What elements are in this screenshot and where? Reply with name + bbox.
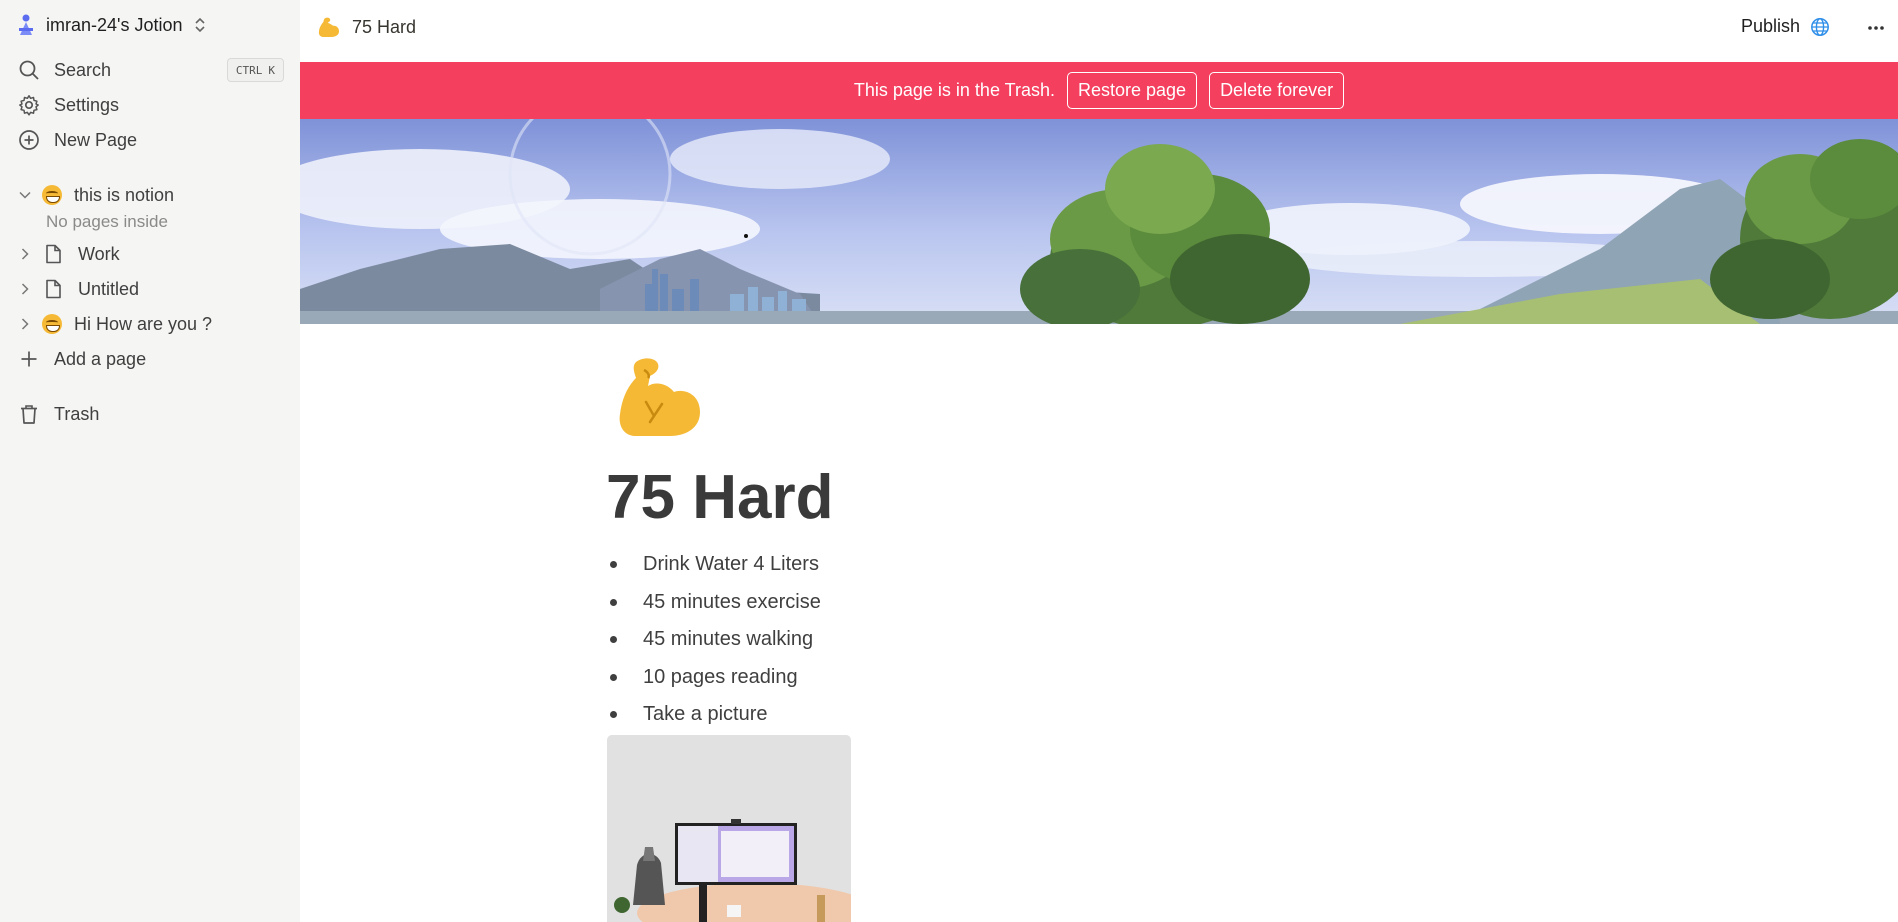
delete-forever-button[interactable]: Delete forever xyxy=(1209,72,1345,109)
sidebar-item-label: Hi How are you ? xyxy=(74,313,213,334)
settings-label: Settings xyxy=(54,94,120,115)
chevron-right-icon[interactable] xyxy=(18,247,32,261)
chevron-right-icon[interactable] xyxy=(18,282,32,296)
new-page-button[interactable]: New Page xyxy=(18,126,137,154)
restore-page-button[interactable]: Restore page xyxy=(1066,72,1198,109)
workspace-name: imran-24's Jotion xyxy=(46,14,183,35)
trash-banner: This page is in the Trash. Restore page … xyxy=(300,62,1898,119)
desk-setup-illustration xyxy=(607,735,851,922)
new-page-label: New Page xyxy=(54,129,138,150)
trash-button[interactable]: Trash xyxy=(18,400,99,428)
add-page-label: Add a page xyxy=(54,348,147,369)
trash-banner-message: This page is in the Trash. xyxy=(853,80,1055,100)
search-label: Search xyxy=(54,59,112,80)
search-button[interactable]: Search xyxy=(18,56,111,84)
grinning-face-icon xyxy=(42,314,62,334)
workspace-avatar-icon xyxy=(19,14,33,35)
sidebar-item-label: Untitled xyxy=(78,278,140,299)
cover-landscape-illustration xyxy=(300,119,1898,324)
sidebar-item-hi-how-are-you[interactable]: Hi How are you ? xyxy=(18,310,212,338)
gear-icon xyxy=(19,95,39,116)
search-icon xyxy=(19,60,39,80)
sidebar-item-label: this is notion xyxy=(74,184,175,205)
sidebar-item-untitled[interactable]: Untitled xyxy=(18,275,139,303)
flexed-biceps-icon xyxy=(318,17,340,38)
chevron-right-icon[interactable] xyxy=(18,317,32,331)
sidebar: imran-24's Jotion Search CTRL K Settings… xyxy=(0,0,300,922)
embedded-desk-photo[interactable] xyxy=(607,735,851,922)
workspace-switcher[interactable]: imran-24's Jotion xyxy=(16,12,207,38)
grinning-face-icon xyxy=(42,185,62,205)
breadcrumb[interactable]: 75 Hard xyxy=(318,16,416,38)
flexed-biceps-icon[interactable] xyxy=(614,352,704,442)
page-title[interactable]: 75 Hard xyxy=(606,462,833,533)
cover-image xyxy=(300,119,1898,324)
shortcut-modifier: CTRL xyxy=(235,63,263,77)
shortcut-key: K xyxy=(268,63,275,77)
no-pages-inside-text: No pages inside xyxy=(46,212,168,231)
bullet-list: Drink Water 4 Liters 45 minutes exercise… xyxy=(610,546,821,734)
document-icon xyxy=(46,279,61,299)
publish-label: Publish xyxy=(1740,16,1800,36)
plus-icon xyxy=(21,351,37,367)
list-item[interactable]: Take a picture xyxy=(610,696,821,734)
chevron-up-down-icon xyxy=(194,17,205,33)
trash-icon xyxy=(21,405,37,424)
settings-button[interactable]: Settings xyxy=(18,91,119,119)
chevron-down-icon[interactable] xyxy=(18,188,32,202)
globe-icon xyxy=(1811,17,1829,36)
document-icon xyxy=(46,244,61,264)
page-title-breadcrumb: 75 Hard xyxy=(352,16,417,37)
list-item[interactable]: 45 minutes walking xyxy=(610,621,821,659)
list-item[interactable]: 10 pages reading xyxy=(610,659,821,697)
sidebar-item-work[interactable]: Work xyxy=(18,240,120,268)
list-item[interactable]: 45 minutes exercise xyxy=(610,584,821,622)
list-item[interactable]: Drink Water 4 Liters xyxy=(610,546,821,584)
add-page-button[interactable]: Add a page xyxy=(18,345,146,373)
more-options-button[interactable] xyxy=(1864,16,1888,40)
plus-circle-icon xyxy=(19,130,39,150)
publish-button[interactable]: Publish xyxy=(1741,16,1830,37)
search-shortcut: CTRL K xyxy=(226,58,284,82)
topbar: 75 Hard Publish xyxy=(300,0,1898,62)
trash-label: Trash xyxy=(54,403,100,424)
sidebar-item-this-is-notion[interactable]: this is notion xyxy=(18,181,174,209)
more-horizontal-icon xyxy=(1868,26,1884,30)
sidebar-item-label: Work xyxy=(78,243,120,264)
page-emoji-biceps xyxy=(619,358,700,436)
